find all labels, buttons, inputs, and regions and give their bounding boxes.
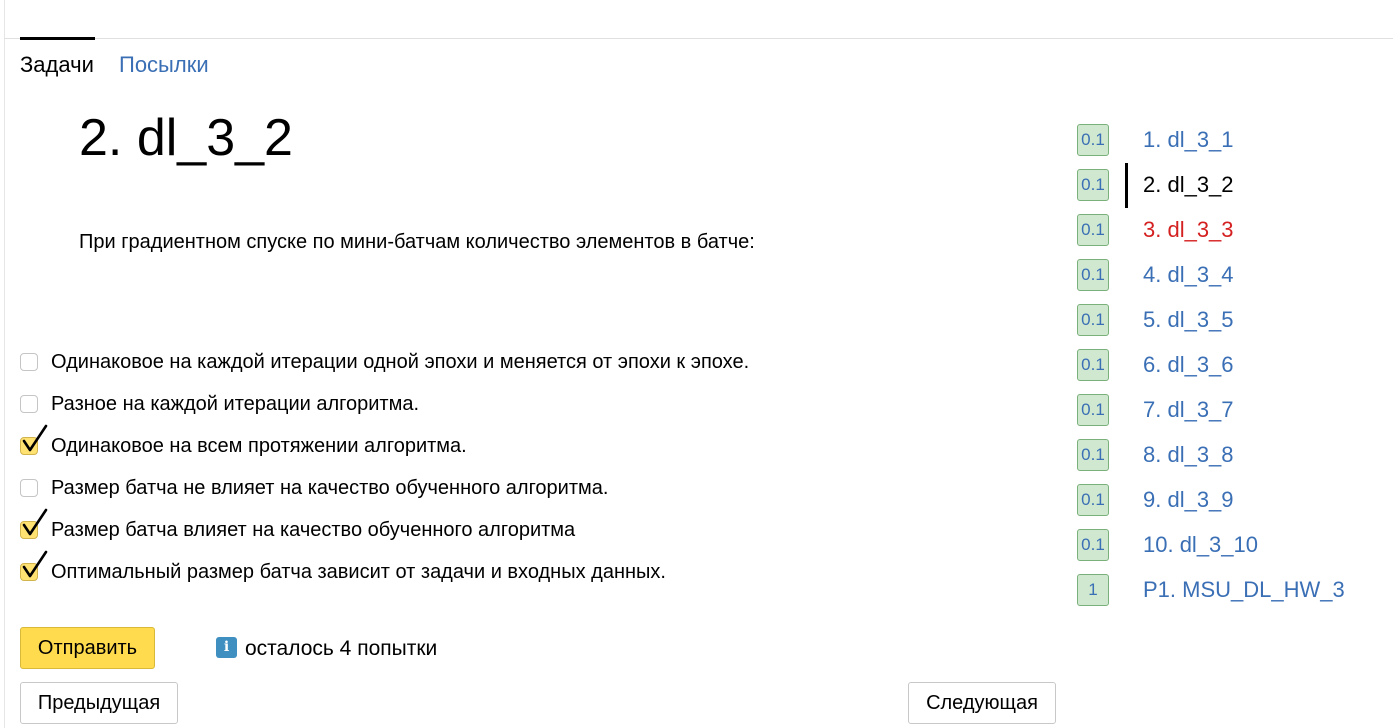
checkbox-checked[interactable]: [20, 508, 48, 539]
answer-option[interactable]: Размер батча влияет на качество обученно…: [20, 508, 576, 544]
option-label: Разное на каждой итерации алгоритма.: [51, 393, 420, 415]
answer-option[interactable]: Оптимальный размер батча зависит от зада…: [20, 550, 666, 586]
problem-nav-item[interactable]: 0.1 3. dl_3_3: [1077, 214, 1234, 246]
problem-link[interactable]: 7. dl_3_7: [1143, 397, 1234, 423]
checkbox[interactable]: [20, 479, 38, 497]
problem-link[interactable]: P1. MSU_DL_HW_3: [1143, 577, 1345, 603]
answer-option[interactable]: Разное на каждой итерации алгоритма.: [20, 390, 419, 418]
score-badge: 0.1: [1077, 259, 1109, 291]
checkbox[interactable]: [20, 353, 38, 371]
score-badge: 0.1: [1077, 124, 1109, 156]
checkmark-icon: [22, 424, 48, 452]
tab-submissions[interactable]: Посылки: [119, 52, 209, 78]
option-label: Одинаковое на каждой итерации одной эпох…: [51, 351, 750, 373]
checkmark-icon: [22, 508, 48, 536]
problem-link[interactable]: 6. dl_3_6: [1143, 352, 1234, 378]
problem-link[interactable]: 3. dl_3_3: [1143, 217, 1234, 243]
answer-option[interactable]: Размер батча не влияет на качество обуче…: [20, 474, 608, 502]
problem-link[interactable]: 1. dl_3_1: [1143, 127, 1234, 153]
active-tab-indicator: [20, 37, 95, 40]
option-label: Одинаковое на всем протяжении алгоритма.: [51, 435, 467, 457]
attempts-remaining: осталось 4 попытки: [245, 637, 438, 660]
score-badge: 0.1: [1077, 349, 1109, 381]
checkbox-checked[interactable]: [20, 550, 48, 581]
problem-link[interactable]: 8. dl_3_8: [1143, 442, 1234, 468]
problem-nav-item[interactable]: 1 P1. MSU_DL_HW_3: [1077, 574, 1345, 606]
problem-nav-item[interactable]: 0.1 6. dl_3_6: [1077, 349, 1234, 381]
score-badge: 0.1: [1077, 484, 1109, 516]
previous-button[interactable]: Предыдущая: [20, 682, 178, 724]
problem-nav-item[interactable]: 0.1 7. dl_3_7: [1077, 394, 1234, 426]
info-icon: i: [216, 636, 237, 658]
header-divider: [4, 38, 1393, 39]
problem-nav-item[interactable]: 0.1 5. dl_3_5: [1077, 304, 1234, 336]
checkbox-checked[interactable]: [20, 424, 48, 455]
problem-link[interactable]: 5. dl_3_5: [1143, 307, 1234, 333]
score-badge: 0.1: [1077, 169, 1109, 201]
problem-nav-item[interactable]: 0.1 8. dl_3_8: [1077, 439, 1234, 471]
option-label: Размер батча влияет на качество обученно…: [51, 519, 576, 541]
problem-nav-item[interactable]: 0.1 4. dl_3_4: [1077, 259, 1234, 291]
score-badge: 1: [1077, 574, 1109, 606]
page-left-border: [4, 0, 5, 728]
problem-link[interactable]: 4. dl_3_4: [1143, 262, 1234, 288]
problem-link[interactable]: 9. dl_3_9: [1143, 487, 1234, 513]
problem-link[interactable]: 10. dl_3_10: [1143, 532, 1258, 558]
option-label: Размер батча не влияет на качество обуче…: [51, 477, 609, 499]
problem-link[interactable]: 2. dl_3_2: [1143, 172, 1234, 198]
submit-button[interactable]: Отправить: [20, 627, 155, 669]
problem-nav-item[interactable]: 0.1 9. dl_3_9: [1077, 484, 1234, 516]
checkmark-icon: [22, 550, 48, 578]
problem-title: 2. dl_3_2: [79, 109, 293, 167]
checkbox[interactable]: [20, 395, 38, 413]
option-label: Оптимальный размер батча зависит от зада…: [51, 561, 666, 583]
problem-nav-item[interactable]: 0.1 10. dl_3_10: [1077, 529, 1258, 561]
attempts-info: i осталось 4 попытки: [216, 636, 437, 662]
tab-problems[interactable]: Задачи: [20, 52, 94, 78]
score-badge: 0.1: [1077, 439, 1109, 471]
score-badge: 0.1: [1077, 394, 1109, 426]
problem-nav-item[interactable]: 0.1 2. dl_3_2: [1077, 169, 1234, 201]
answer-option[interactable]: Одинаковое на каждой итерации одной эпох…: [20, 348, 749, 376]
score-badge: 0.1: [1077, 214, 1109, 246]
problem-statement: При градиентном спуске по мини-батчам ко…: [79, 231, 755, 253]
score-badge: 0.1: [1077, 304, 1109, 336]
score-badge: 0.1: [1077, 529, 1109, 561]
answer-option[interactable]: Одинаковое на всем протяжении алгоритма.: [20, 424, 467, 460]
next-button[interactable]: Следующая: [908, 682, 1056, 724]
current-problem-indicator: [1125, 163, 1128, 208]
problem-nav-item[interactable]: 0.1 1. dl_3_1: [1077, 124, 1234, 156]
